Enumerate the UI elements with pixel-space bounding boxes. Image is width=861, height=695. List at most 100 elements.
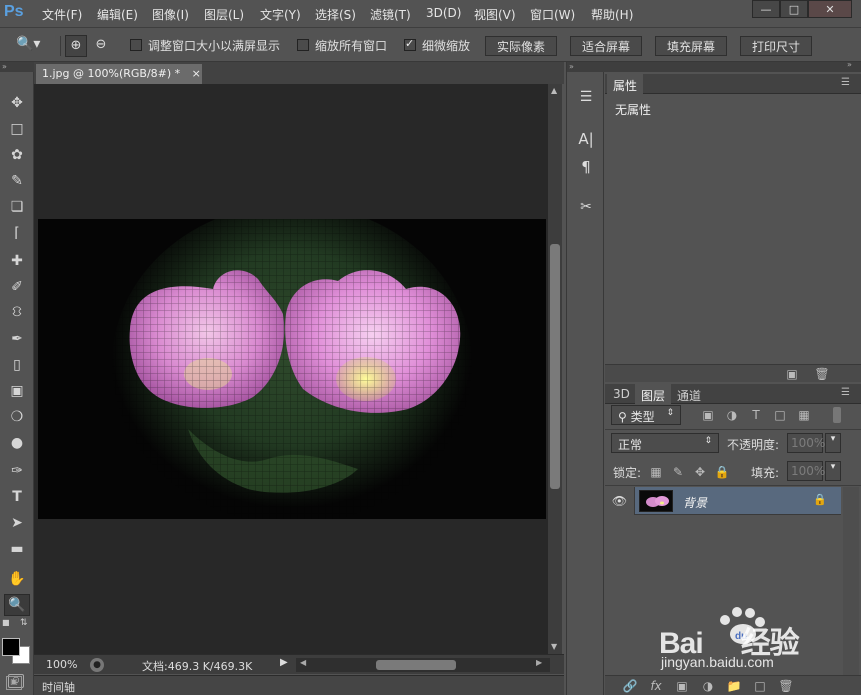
vertical-scrollbar[interactable]: ▲ ▼: [548, 84, 562, 654]
blur-tool-icon[interactable]: ❍: [4, 406, 30, 428]
screen-mode-icon[interactable]: ▣: [6, 676, 22, 690]
new-layer-icon[interactable]: □: [753, 679, 767, 693]
delete-layer-icon[interactable]: 🗑: [778, 679, 793, 693]
fill-input[interactable]: 100%: [787, 461, 825, 481]
healing-brush-tool-icon[interactable]: ✚: [4, 250, 30, 272]
layers-scrollbar[interactable]: [843, 487, 859, 675]
scroll-up-arrow-icon[interactable]: ▲: [551, 86, 557, 95]
menu-filter[interactable]: 滤镜(T): [370, 6, 411, 23]
actual-pixels-button[interactable]: 实际像素: [485, 36, 557, 56]
toolbar-collapse-icon[interactable]: »: [0, 62, 34, 72]
lock-position-icon[interactable]: ✥: [693, 465, 707, 479]
zoom-tool-preset-icon[interactable]: 🔍▾: [16, 36, 52, 56]
new-group-icon[interactable]: 📁: [727, 679, 742, 693]
status-share-icon[interactable]: ●: [90, 658, 104, 672]
fill-screen-button[interactable]: 填充屏幕: [655, 36, 727, 56]
adjustment-layer-icon[interactable]: ◑: [701, 679, 715, 693]
menu-file[interactable]: 文件(F): [42, 6, 82, 23]
link-layers-icon[interactable]: 🔗: [623, 679, 638, 693]
crop-tool-icon[interactable]: ❏: [4, 196, 30, 218]
swap-colors-icon[interactable]: ⇅: [20, 618, 30, 628]
fit-screen-button[interactable]: 适合屏幕: [570, 36, 642, 56]
status-menu-arrow-icon[interactable]: ▶: [280, 657, 292, 673]
layer-filter-dropdown[interactable]: ⚲ 类型 ⇕: [611, 405, 681, 425]
character-panel-icon[interactable]: A|: [573, 128, 599, 150]
scrubby-zoom-checkbox[interactable]: [404, 37, 416, 51]
menu-layer[interactable]: 图层(L): [204, 6, 244, 23]
filter-toggle-switch[interactable]: [833, 407, 841, 423]
clip-to-layer-icon[interactable]: ▣: [785, 367, 799, 381]
filter-type-icon[interactable]: T: [749, 408, 763, 422]
eraser-tool-icon[interactable]: ▯: [4, 354, 30, 376]
gradient-tool-icon[interactable]: ▣: [4, 380, 30, 402]
canvas-area[interactable]: [34, 84, 548, 654]
marquee-tool-icon[interactable]: □: [4, 118, 30, 140]
hand-tool-icon[interactable]: ✋: [4, 568, 30, 590]
tab-layers[interactable]: 图层: [635, 384, 672, 404]
menu-type[interactable]: 文字(Y): [260, 6, 301, 23]
menu-window[interactable]: 窗口(W): [530, 6, 575, 23]
scrollbar-thumb[interactable]: [550, 244, 560, 489]
layer-name[interactable]: 背景: [683, 494, 707, 511]
restore-button[interactable]: □: [780, 0, 808, 18]
layer-row[interactable]: 👁 背景 🔒: [605, 487, 841, 515]
zoom-in-icon[interactable]: ⊕: [65, 35, 87, 57]
zoom-level[interactable]: 100%: [46, 658, 77, 671]
type-tool-icon[interactable]: T: [4, 486, 30, 508]
tab-3d[interactable]: 3D: [607, 384, 636, 404]
add-mask-icon[interactable]: ▣: [675, 679, 689, 693]
timeline-panel-tab[interactable]: 时间轴: [34, 675, 564, 695]
menu-image[interactable]: 图像(I): [152, 6, 189, 23]
dodge-tool-icon[interactable]: ●: [4, 432, 30, 454]
lasso-tool-icon[interactable]: ✿: [4, 144, 30, 166]
brush-tool-icon[interactable]: ✐: [4, 276, 30, 298]
properties-panel-menu-icon[interactable]: ☰: [841, 77, 850, 88]
lock-pixels-icon[interactable]: ✎: [671, 465, 685, 479]
filter-shape-icon[interactable]: □: [773, 408, 787, 422]
menu-help[interactable]: 帮助(H): [591, 6, 633, 23]
blend-mode-dropdown[interactable]: 正常 ⇕: [611, 433, 719, 453]
foreground-color-swatch[interactable]: [2, 638, 20, 656]
lock-all-icon[interactable]: 🔒: [715, 465, 730, 479]
pen-tool-icon[interactable]: ✑: [4, 460, 30, 482]
document-tab-close-icon[interactable]: ×: [192, 67, 201, 80]
default-colors-icon[interactable]: ■: [2, 618, 12, 628]
menu-view[interactable]: 视图(V): [474, 6, 516, 23]
menu-select[interactable]: 选择(S): [315, 6, 356, 23]
opacity-input[interactable]: 100%: [787, 433, 825, 453]
history-brush-tool-icon[interactable]: ✒: [4, 328, 30, 350]
scroll-down-arrow-icon[interactable]: ▼: [551, 642, 557, 651]
document-tab[interactable]: 1.jpg @ 100%(RGB/8#) * ×: [36, 64, 202, 84]
panel-collapse-icon[interactable]: »: [847, 60, 852, 69]
horizontal-scrollbar[interactable]: ◀ ▶: [296, 658, 550, 672]
tab-channels[interactable]: 通道: [671, 384, 707, 404]
menu-3d[interactable]: 3D(D): [426, 6, 461, 20]
zoom-tool-icon[interactable]: 🔍: [4, 594, 30, 616]
layers-panel-menu-icon[interactable]: ☰: [841, 387, 850, 398]
zoom-all-windows-checkbox[interactable]: [297, 39, 309, 51]
filter-pixel-icon[interactable]: ▣: [701, 408, 715, 422]
print-size-button[interactable]: 打印尺寸: [740, 36, 812, 56]
visibility-eye-icon[interactable]: 👁: [605, 487, 635, 515]
move-tool-icon[interactable]: ✥: [4, 92, 30, 114]
opacity-dropdown-icon[interactable]: ▾: [825, 433, 841, 453]
rectangle-tool-icon[interactable]: ▬: [4, 538, 30, 560]
path-selection-tool-icon[interactable]: ➤: [4, 512, 30, 534]
resize-windows-checkbox[interactable]: [130, 39, 142, 51]
clone-stamp-tool-icon[interactable]: ⛻: [4, 302, 30, 324]
lock-transparent-icon[interactable]: ▦: [649, 465, 663, 479]
history-panel-icon[interactable]: ☰: [573, 86, 599, 108]
layer-style-icon[interactable]: fx: [649, 679, 663, 693]
minimize-button[interactable]: —: [752, 0, 780, 18]
paragraph-panel-icon[interactable]: ¶: [573, 156, 599, 178]
zoom-out-icon[interactable]: ⊖: [90, 35, 112, 57]
scroll-right-arrow-icon[interactable]: ▶: [536, 658, 542, 667]
dock-collapse-icon[interactable]: »: [567, 62, 605, 72]
menu-edit[interactable]: 编辑(E): [97, 6, 138, 23]
close-button[interactable]: ✕: [808, 0, 852, 18]
tool-presets-icon[interactable]: ✂: [573, 196, 599, 218]
fill-dropdown-icon[interactable]: ▾: [825, 461, 841, 481]
horizontal-scrollbar-thumb[interactable]: [376, 660, 456, 670]
properties-trash-icon[interactable]: 🗑: [814, 367, 829, 381]
quick-selection-tool-icon[interactable]: ✎: [4, 170, 30, 192]
